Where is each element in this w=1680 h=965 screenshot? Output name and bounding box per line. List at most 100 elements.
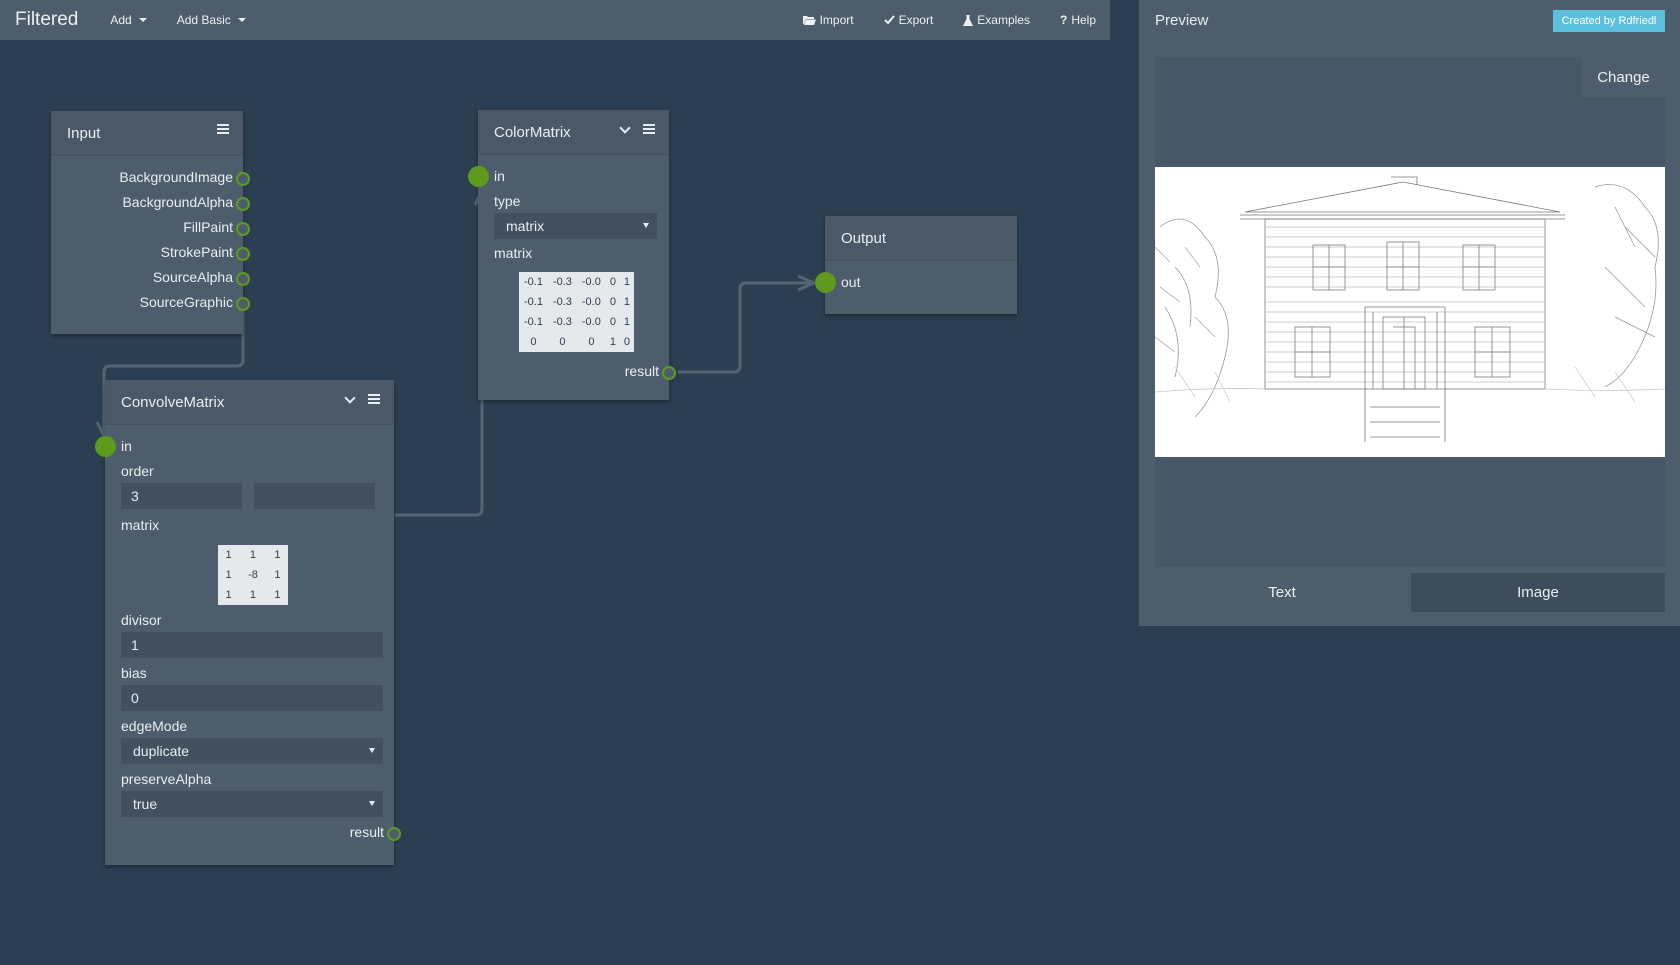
matrix-cell[interactable]: 1: [239, 545, 267, 565]
input-port[interactable]: [468, 166, 489, 187]
check-icon: [883, 15, 895, 25]
matrix-cell[interactable]: 0: [519, 332, 548, 352]
tab-text[interactable]: Text: [1155, 573, 1409, 612]
output-port[interactable]: [236, 197, 250, 211]
input-port[interactable]: [95, 436, 116, 457]
caret-down-icon: [643, 223, 649, 228]
type-select-value: matrix: [506, 218, 545, 234]
menu-icon[interactable]: [643, 124, 655, 134]
edgemode-label: edgeMode: [121, 718, 188, 734]
preview-title: Preview: [1155, 12, 1209, 29]
colormatrix-node-title: ColorMatrix: [494, 123, 571, 141]
add-menu[interactable]: Add: [110, 13, 147, 27]
app-title: Filtered: [15, 9, 79, 30]
matrix-cell[interactable]: 0: [606, 292, 620, 312]
matrix-cell[interactable]: -0.0: [577, 272, 606, 292]
matrix-cell[interactable]: -0.3: [548, 292, 577, 312]
output-port[interactable]: [387, 827, 401, 841]
menu-icon[interactable]: [368, 394, 380, 404]
kernel-matrix-grid[interactable]: 111 1 -8 1 111: [218, 545, 288, 605]
matrix-row: -0.1 -0.3 -0.0 0 1: [519, 272, 634, 292]
preview-image: [1155, 167, 1665, 457]
matrix-cell[interactable]: 0: [606, 272, 620, 292]
examples-button[interactable]: Examples: [963, 13, 1030, 27]
menu-icon[interactable]: [217, 124, 229, 134]
matrix-cell[interactable]: -8: [239, 565, 267, 585]
matrix-cell[interactable]: 1: [620, 312, 634, 332]
output-port[interactable]: [236, 247, 250, 261]
color-matrix-grid[interactable]: -0.1 -0.3 -0.0 0 1 -0.1 -0.3 -0.0 0 1 -0.1 -0.3 -0…: [519, 272, 634, 352]
output-port[interactable]: [236, 272, 250, 286]
tab-image[interactable]: Image: [1411, 573, 1665, 612]
folder-open-icon: [802, 16, 816, 25]
wire-convolve-to-colormatrix: [395, 185, 484, 517]
created-by-badge[interactable]: Created by Rdfriedl: [1553, 10, 1665, 32]
flask-icon: [963, 14, 974, 26]
input-node-header[interactable]: Input: [51, 111, 243, 156]
add-menu-label: Add: [110, 13, 132, 27]
import-button[interactable]: Import: [802, 13, 854, 27]
matrix-cell[interactable]: 1: [620, 272, 634, 292]
bias-input[interactable]: 0: [121, 685, 383, 711]
order-label: order: [121, 463, 154, 479]
divisor-input[interactable]: 1: [121, 632, 383, 658]
matrix-cell[interactable]: -0.0: [577, 292, 606, 312]
preservealpha-select[interactable]: true: [121, 791, 383, 817]
colormatrix-node[interactable]: ColorMatrix in type matrix matrix -0.1 -0…: [468, 110, 676, 400]
matrix-cell[interactable]: 0: [606, 312, 620, 332]
arrow-head-output: [797, 274, 818, 292]
matrix-cell[interactable]: 1: [218, 545, 239, 565]
top-toolbar: Filtered Add Add Basic Import Export Exa…: [0, 0, 1110, 40]
caret-down-icon: [369, 801, 375, 806]
matrix-cell[interactable]: 0: [548, 332, 577, 352]
output-port[interactable]: [236, 297, 250, 311]
house-sketch-image: [1155, 176, 1665, 442]
matrix-cell[interactable]: 1: [239, 585, 267, 605]
matrix-cell[interactable]: 1: [218, 565, 239, 585]
help-button[interactable]: ? Help: [1060, 13, 1096, 27]
matrix-cell[interactable]: -0.1: [519, 272, 548, 292]
convolvematrix-node-title: ConvolveMatrix: [121, 393, 225, 411]
output-label-source-graphic: SourceGraphic: [139, 294, 233, 310]
export-button[interactable]: Export: [883, 13, 933, 27]
matrix-cell[interactable]: 1: [218, 585, 239, 605]
matrix-label: matrix: [494, 245, 533, 261]
wire-colormatrix-to-output: [678, 281, 816, 374]
output-port[interactable]: [662, 366, 676, 380]
caret-down-icon: [138, 18, 147, 22]
type-select[interactable]: matrix: [494, 213, 657, 239]
result-label: result: [349, 824, 384, 840]
matrix-cell[interactable]: 0: [620, 332, 634, 352]
matrix-row: -0.1 -0.3 -0.0 0 1: [519, 312, 634, 332]
order-x-input[interactable]: 3: [121, 483, 242, 509]
output-port[interactable]: [236, 222, 250, 236]
output-node[interactable]: Output out: [815, 216, 1017, 314]
change-button[interactable]: Change: [1582, 57, 1665, 97]
colormatrix-node-header[interactable]: ColorMatrix: [478, 110, 669, 155]
matrix-cell[interactable]: 1: [620, 292, 634, 312]
order-y-input[interactable]: [254, 483, 375, 509]
edgemode-select[interactable]: duplicate: [121, 738, 383, 764]
matrix-cell[interactable]: -0.1: [519, 312, 548, 332]
input-port[interactable]: [815, 272, 836, 293]
output-node-header[interactable]: Output: [825, 216, 1017, 261]
matrix-cell[interactable]: 1: [606, 332, 620, 352]
caret-down-icon: [369, 748, 375, 753]
matrix-cell[interactable]: 1: [267, 545, 288, 565]
matrix-cell[interactable]: 1: [267, 565, 288, 585]
convolvematrix-node-header[interactable]: ConvolveMatrix: [105, 380, 394, 425]
chevron-down-icon[interactable]: [619, 123, 631, 135]
matrix-cell[interactable]: 1: [267, 585, 288, 605]
matrix-cell[interactable]: -0.3: [548, 312, 577, 332]
matrix-cell[interactable]: -0.1: [519, 292, 548, 312]
add-basic-menu[interactable]: Add Basic: [177, 13, 246, 27]
output-label-source-alpha: SourceAlpha: [152, 269, 233, 285]
convolvematrix-node[interactable]: ConvolveMatrix in order 3 matrix 111 1 -8…: [95, 380, 401, 865]
input-node[interactable]: Input BackgroundImage BackgroundAlpha Fi…: [51, 111, 250, 334]
output-port[interactable]: [236, 172, 250, 186]
matrix-cell[interactable]: 0: [577, 332, 606, 352]
matrix-cell[interactable]: -0.0: [577, 312, 606, 332]
chevron-down-icon[interactable]: [344, 393, 356, 405]
matrix-cell[interactable]: -0.3: [548, 272, 577, 292]
type-label: type: [494, 193, 521, 209]
